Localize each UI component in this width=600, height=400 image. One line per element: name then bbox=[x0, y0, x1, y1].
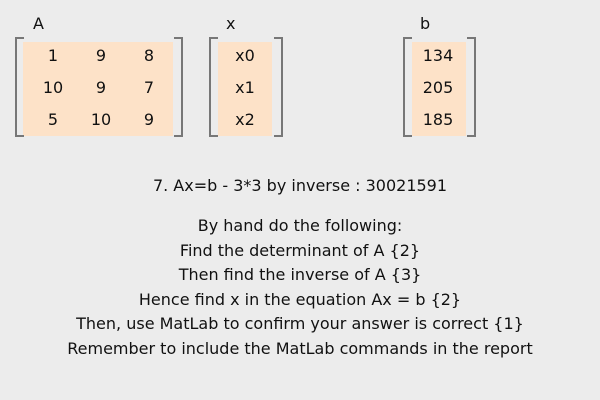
problem-heading: 7. Ax=b - 3*3 by inverse : 30021591 bbox=[152, 176, 448, 195]
vector-x-label: x bbox=[226, 14, 236, 33]
instructions: By hand do the following: Find the deter… bbox=[0, 214, 600, 361]
vector-b-cell: 205 bbox=[422, 78, 454, 97]
matrix-a-right-bracket bbox=[174, 37, 183, 137]
matrix-a-cell: 10 bbox=[42, 78, 64, 97]
vector-b-cell: 134 bbox=[422, 46, 454, 65]
matrix-a-cell: 8 bbox=[143, 46, 155, 65]
vector-b-right-bracket bbox=[467, 37, 476, 137]
instruction-line: Remember to include the MatLab commands … bbox=[67, 338, 533, 358]
matrix-a-cell: 7 bbox=[143, 78, 155, 97]
matrix-a-cell: 9 bbox=[143, 110, 155, 129]
matrix-a-left-bracket bbox=[15, 37, 24, 137]
instruction-line: Then find the inverse of A {3} bbox=[178, 265, 422, 284]
vector-b-left-bracket bbox=[403, 37, 412, 137]
instruction-line: Find the determinant of A {2} bbox=[179, 240, 421, 260]
matrix-a-cell: 9 bbox=[95, 78, 107, 97]
matrix-a-cell: 5 bbox=[47, 110, 59, 129]
vector-x-cell: x2 bbox=[235, 110, 255, 129]
vector-x-right-bracket bbox=[274, 37, 283, 137]
instruction-line: By hand do the following: bbox=[197, 216, 403, 235]
matrix-a-cell: 10 bbox=[90, 110, 112, 129]
instruction-line: Hence find x in the equation Ax = b {2} bbox=[138, 289, 462, 309]
vector-x-left-bracket bbox=[209, 37, 218, 137]
matrix-a-cell: 1 bbox=[47, 46, 59, 65]
matrix-a-cell: 9 bbox=[95, 46, 107, 65]
vector-b-cell: 185 bbox=[422, 110, 454, 129]
vector-x-cell: x1 bbox=[235, 78, 255, 97]
matrix-a-label: A bbox=[33, 14, 44, 33]
instruction-line: Then, use MatLab to confirm your answer … bbox=[76, 314, 524, 333]
vector-b-label: b bbox=[420, 14, 431, 33]
vector-x-cell: x0 bbox=[235, 46, 255, 65]
